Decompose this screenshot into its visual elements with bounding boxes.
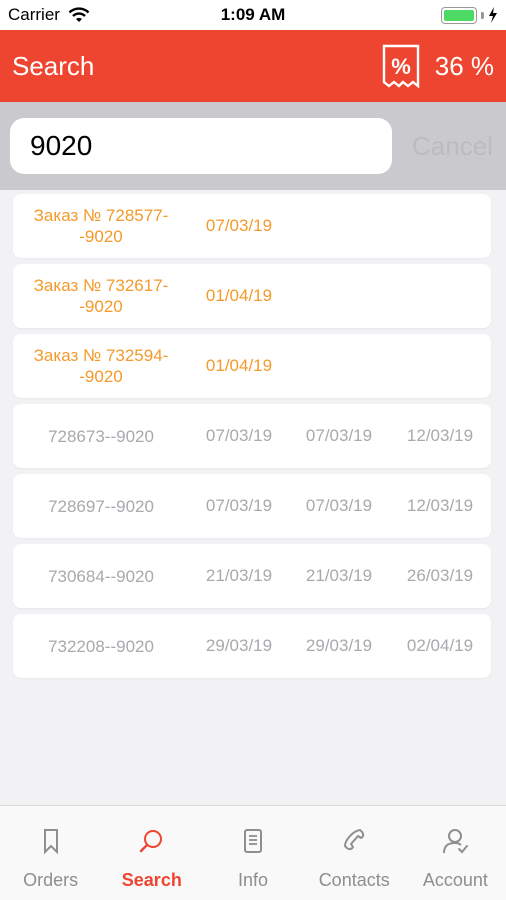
list-item[interactable]: 728673--9020 07/03/19 07/03/19 12/03/19 bbox=[13, 404, 491, 468]
discount-value: 36 % bbox=[434, 50, 494, 81]
search-icon bbox=[139, 830, 162, 853]
tab-bar: Orders Search Info Contacts Account bbox=[0, 805, 506, 900]
battery-icon bbox=[441, 6, 477, 24]
page-title: Search bbox=[12, 50, 95, 81]
order-date-3: 12/03/19 bbox=[406, 496, 474, 515]
order-number: Заказ № 732617--9020 bbox=[33, 276, 169, 316]
discount-icon-text: % bbox=[391, 54, 411, 79]
list-item[interactable]: Заказ № 728577--9020 07/03/19 bbox=[13, 194, 491, 258]
status-left: Carrier bbox=[8, 5, 90, 25]
tab-label: Orders bbox=[23, 870, 79, 890]
order-number: 728697--9020 bbox=[48, 496, 154, 516]
discount-icon[interactable]: % bbox=[381, 43, 421, 89]
order-date-3: 26/03/19 bbox=[406, 566, 474, 585]
status-bar: Carrier 1:09 AM bbox=[0, 0, 506, 30]
order-date-2: 29/03/19 bbox=[305, 636, 373, 655]
order-date-2: 07/03/19 bbox=[305, 426, 373, 445]
tab-label: Info bbox=[237, 870, 269, 890]
list-item[interactable]: 730684--9020 21/03/19 21/03/19 26/03/19 bbox=[13, 544, 491, 608]
tab-account[interactable]: Account bbox=[405, 806, 506, 900]
order-date-3: 02/04/19 bbox=[406, 636, 474, 655]
bookmark-icon bbox=[43, 829, 58, 855]
order-date-1: 07/03/19 bbox=[205, 426, 273, 445]
status-right bbox=[441, 6, 498, 24]
search-input[interactable] bbox=[30, 130, 391, 162]
tab-info[interactable]: Info bbox=[202, 806, 303, 900]
search-bar: Cancel bbox=[0, 102, 506, 190]
tab-label: Account bbox=[422, 870, 488, 890]
wifi-icon bbox=[68, 7, 90, 22]
order-date-2 bbox=[289, 334, 389, 398]
tab-contacts[interactable]: Contacts bbox=[304, 806, 405, 900]
order-date-1: 07/03/19 bbox=[205, 496, 273, 515]
order-number: Заказ № 728577--9020 bbox=[33, 206, 169, 246]
order-date-3 bbox=[389, 264, 491, 328]
order-date-1: 07/03/19 bbox=[205, 216, 273, 235]
user-icon bbox=[443, 829, 469, 854]
order-date-1: 21/03/19 bbox=[205, 566, 273, 585]
order-date-3 bbox=[389, 334, 491, 398]
list-item[interactable]: Заказ № 732617--9020 01/04/19 bbox=[13, 264, 491, 328]
tab-label: Search bbox=[121, 870, 182, 890]
tab-label: Contacts bbox=[318, 870, 390, 890]
order-number: Заказ № 732594--9020 bbox=[33, 346, 169, 386]
document-icon bbox=[244, 829, 262, 853]
order-number: 732208--9020 bbox=[48, 636, 154, 656]
phone-icon bbox=[344, 829, 365, 851]
order-date-1: 01/04/19 bbox=[205, 286, 273, 305]
nav-bar: Search % 36 % bbox=[0, 30, 506, 102]
order-date-2: 21/03/19 bbox=[305, 566, 373, 585]
battery-nub bbox=[481, 11, 484, 19]
order-date-3: 12/03/19 bbox=[406, 426, 474, 445]
charging-icon bbox=[489, 7, 497, 23]
list-item[interactable]: 732208--9020 29/03/19 29/03/19 02/04/19 bbox=[13, 614, 491, 678]
cancel-button[interactable]: Cancel bbox=[412, 131, 493, 162]
order-date-2 bbox=[289, 264, 389, 328]
nav-right: % 36 % bbox=[381, 43, 494, 89]
order-date-2 bbox=[289, 194, 389, 258]
search-box[interactable] bbox=[10, 118, 392, 174]
order-number: 728673--9020 bbox=[48, 426, 154, 446]
order-date-3 bbox=[389, 194, 491, 258]
order-date-1: 29/03/19 bbox=[205, 636, 273, 655]
list-item[interactable]: 728697--9020 07/03/19 07/03/19 12/03/19 bbox=[13, 474, 491, 538]
order-date-2: 07/03/19 bbox=[305, 496, 373, 515]
list-item[interactable]: Заказ № 732594--9020 01/04/19 bbox=[13, 334, 491, 398]
tab-search[interactable]: Search bbox=[101, 806, 202, 900]
order-date-1: 01/04/19 bbox=[205, 356, 273, 375]
order-number: 730684--9020 bbox=[48, 566, 154, 586]
carrier-label: Carrier bbox=[8, 5, 60, 24]
tab-orders[interactable]: Orders bbox=[0, 806, 101, 900]
results-list: Заказ № 728577--9020 07/03/19 Заказ № 7326… bbox=[13, 194, 491, 684]
